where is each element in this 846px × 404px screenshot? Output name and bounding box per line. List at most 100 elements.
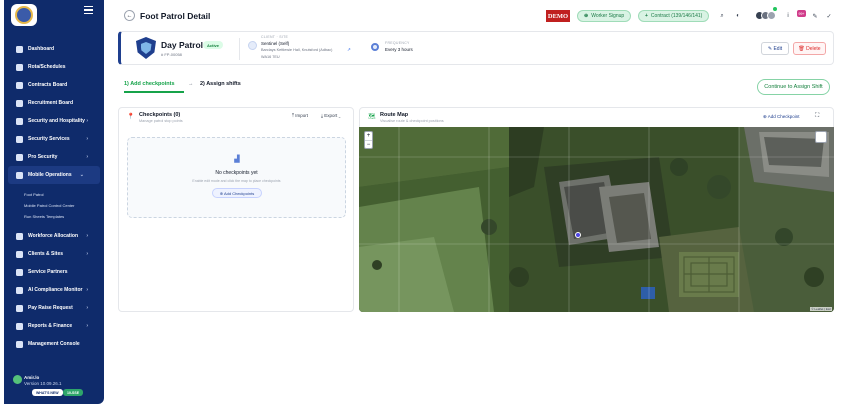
tab-assign-shifts[interactable]: 2) Assign shifts — [200, 81, 241, 87]
sidebar-item-mobile-operations[interactable]: Mobile Operations ⌄ — [8, 166, 100, 184]
sidebar-item-label: AI Compliance Monitor — [28, 287, 83, 293]
map-attribution[interactable]: © Leaflet | Esri — [810, 307, 832, 311]
sidebar: Dashboard Rota/Schedules Contracts Board… — [4, 0, 104, 404]
ai-icon — [16, 286, 23, 294]
contract-label: Contract (139/146/141) — [650, 13, 703, 19]
plus-circle-icon: ⊕ — [584, 13, 589, 19]
sidebar-item-dashboard[interactable]: Dashboard — [4, 40, 104, 58]
sidebar-item-label: Security and Hospitality — [28, 118, 85, 124]
sidebar-subitem-label: Foot Patrol — [24, 192, 44, 197]
app-logo[interactable] — [11, 4, 37, 26]
page-title: Foot Patrol Detail — [140, 11, 211, 21]
app-version: Version 10.09.26.1 — [24, 381, 62, 386]
continue-assign-shift-button[interactable]: Continue to Assign Shift — [757, 79, 830, 95]
checkpoints-panel: 📍 Checkpoints (0) Manage patrol stop poi… — [118, 107, 354, 312]
import-button[interactable]: ⤒ Import — [292, 113, 308, 118]
sidebar-nav: Dashboard Rota/Schedules Contracts Board… — [4, 40, 104, 353]
external-link-icon[interactable]: ↗ — [347, 47, 351, 53]
sidebar-item-security-hospitality[interactable]: Security and Hospitality › — [4, 112, 104, 130]
clock-icon — [371, 43, 379, 51]
sidebar-item-label: Clients & Sites — [28, 251, 64, 257]
client-site-label: CLIENT · SITE — [261, 35, 289, 39]
sidebar-item-management[interactable]: Management Console — [4, 335, 104, 353]
sidebar-item-label: Dashboard — [28, 46, 55, 52]
sidebar-item-label: Contracts Board — [28, 82, 68, 88]
badge-icon — [16, 153, 23, 161]
recruitment-icon — [16, 99, 23, 107]
expand-icon[interactable]: ⛶ — [815, 113, 819, 120]
zoom-in-button[interactable]: + — [365, 132, 372, 140]
avatar — [13, 375, 22, 384]
zoom-out-button[interactable]: − — [365, 140, 372, 148]
map-pin-icon: 📍 — [127, 114, 135, 120]
sidebar-item-pay-raise[interactable]: Pay Raise Request › — [4, 299, 104, 317]
patrol-name: Day Patrol — [161, 40, 204, 50]
sidebar-item-service-partners[interactable]: Service Partners — [4, 263, 104, 281]
sidebar-subitem-mobile-patrol[interactable]: Mobile Patrol Control Center — [4, 200, 104, 211]
sidebar-item-label: Workforce Allocation — [28, 233, 79, 239]
sidebar-item-workforce[interactable]: Workforce Allocation › — [4, 227, 104, 245]
search-icon[interactable]: ⌕ — [718, 12, 726, 20]
worker-signup-button[interactable]: ⊕ Worker Signup — [577, 10, 632, 22]
sidebar-collapse-icon[interactable] — [84, 6, 93, 14]
theme-toggle-icon[interactable]: ◐ — [734, 12, 742, 20]
route-map-title: Route Map — [380, 112, 409, 118]
settings-icon — [16, 340, 23, 348]
logo-crest-icon — [15, 6, 33, 24]
check-icon[interactable]: ✓ — [825, 12, 833, 20]
sidebar-item-clients-sites[interactable]: Clients & Sites › — [4, 245, 104, 263]
chevron-right-icon: › — [86, 136, 88, 142]
contract-icon — [16, 81, 23, 89]
sidebar-item-recruitment[interactable]: Recruitment Board — [4, 94, 104, 112]
chevron-right-icon: › — [86, 305, 88, 311]
shield-icon — [136, 37, 156, 59]
tab-add-checkpoints[interactable]: 1) Add checkpoints — [124, 81, 175, 87]
sidebar-subitem-label: Run Sheets Templates — [24, 214, 65, 219]
building-icon — [16, 250, 23, 258]
add-checkpoints-button[interactable]: ⊕ Add Checkpoints — [212, 188, 262, 198]
sidebar-item-label: Recruitment Board — [28, 100, 74, 106]
sidebar-item-pro-security[interactable]: Pro Security › — [4, 148, 104, 166]
layers-icon[interactable] — [815, 131, 827, 143]
contract-button[interactable]: + Contract (139/146/141) — [638, 10, 710, 22]
sidebar-item-reports[interactable]: Reports & Finance › — [4, 317, 104, 335]
chevron-right-icon: › — [86, 287, 88, 293]
edit-icon[interactable]: ✎ — [811, 12, 819, 20]
sidebar-subitem-foot-patrol[interactable]: Foot Patrol — [4, 189, 104, 200]
back-button[interactable]: ← — [124, 10, 135, 21]
online-users[interactable] — [755, 11, 776, 20]
site-location-marker[interactable] — [575, 232, 581, 238]
sidebar-item-label: Security Services — [28, 136, 70, 142]
sidebar-item-label: Reports & Finance — [28, 323, 73, 329]
patrol-header-card: Day Patrol Active # FP-00058 CLIENT · SI… — [118, 31, 834, 65]
sidebar-item-label: Mobile Operations — [28, 172, 72, 178]
sidebar-subitem-run-sheets[interactable]: Run Sheets Templates — [4, 211, 104, 222]
edit-button[interactable]: ✎ Edit — [761, 42, 789, 55]
empty-state: ▟ No checkpoints yet Enable edit mode an… — [127, 137, 346, 218]
sidebar-item-contracts[interactable]: Contracts Board — [4, 76, 104, 94]
notification-badge[interactable]: 99+ — [797, 10, 806, 17]
export-dropdown[interactable]: ⤓ Export ⌄ — [321, 113, 341, 118]
online-status-dot — [773, 7, 777, 11]
whats-new-button[interactable]: WHAT'S NEW — [32, 389, 63, 396]
satellite-map[interactable]: + − © Leaflet | Esri — [359, 127, 834, 312]
sidebar-item-rota[interactable]: Rota/Schedules — [4, 58, 104, 76]
sidebar-item-label: Rota/Schedules — [28, 64, 66, 70]
sidebar-item-label: Pay Raise Request — [28, 305, 73, 311]
map-imagery — [359, 127, 834, 312]
building-icon — [248, 41, 257, 50]
car-icon — [16, 171, 23, 179]
checkpoints-title: Checkpoints (0) — [139, 112, 181, 118]
add-checkpoint-button[interactable]: ⊕ Add Checkpoint — [763, 114, 800, 120]
worker-signup-label: Worker Signup — [591, 13, 625, 19]
sidebar-item-security-services[interactable]: Security Services › — [4, 130, 104, 148]
info-icon[interactable]: i — [784, 12, 792, 20]
topbar: ← Foot Patrol Detail DEMO ⊕ Worker Signup… — [104, 0, 846, 30]
status-badge: Active — [203, 41, 224, 49]
chevron-down-icon: ⌄ — [79, 172, 84, 178]
delete-button[interactable]: 🗑 Delete — [793, 42, 826, 55]
sidebar-item-ai-compliance[interactable]: AI Compliance Monitor › — [4, 281, 104, 299]
map-icon: 🗺 — [368, 114, 376, 120]
shield-icon — [16, 117, 23, 125]
handshake-icon — [16, 268, 23, 276]
